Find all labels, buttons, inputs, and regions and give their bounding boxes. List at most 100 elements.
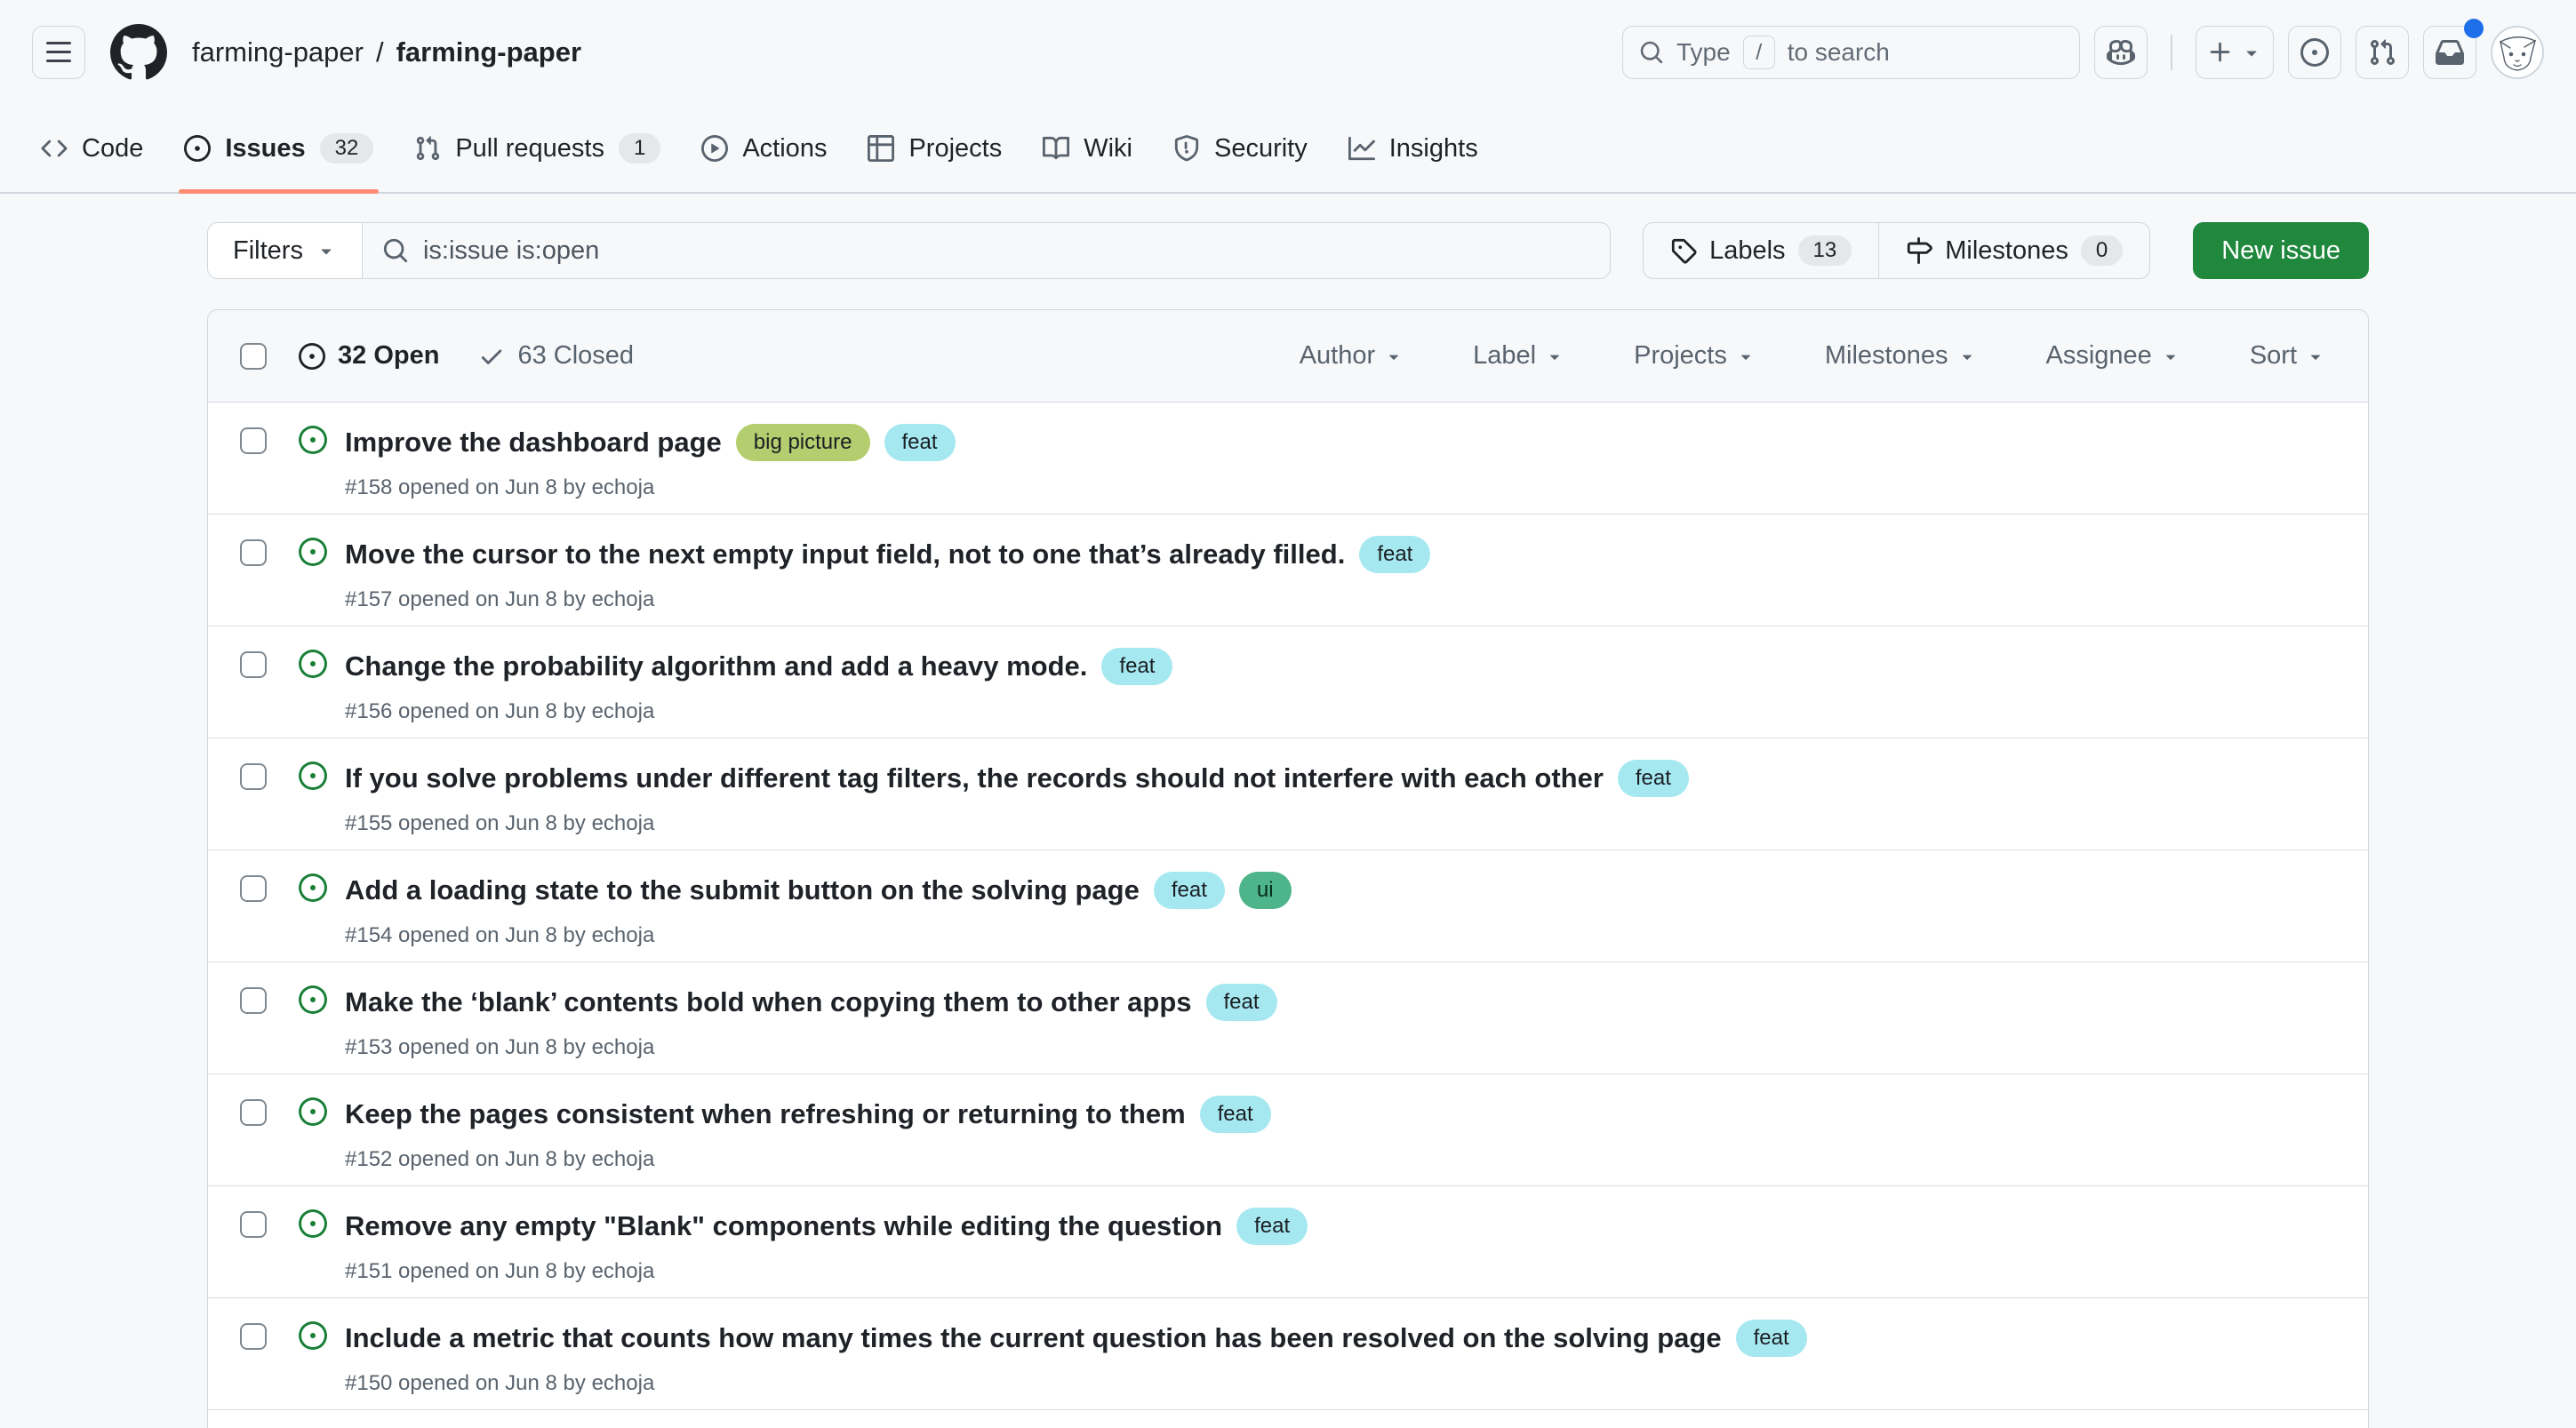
avatar-drawing [2492, 28, 2542, 77]
issue-checkbox[interactable] [240, 1323, 267, 1350]
issues-list-header: 32 Open 63 Closed Author Label Projects [208, 310, 2368, 403]
tab-wiki[interactable]: Wiki [1025, 105, 1150, 192]
tab-projects[interactable]: Projects [850, 105, 1020, 192]
new-issue-label: New issue [2221, 236, 2340, 266]
open-issues-link[interactable]: 32 Open [299, 341, 439, 371]
issue-checkbox[interactable] [240, 1099, 267, 1126]
tab-pull-requests[interactable]: Pull requests 1 [396, 105, 678, 192]
issue-label-pill[interactable]: big picture [736, 424, 870, 461]
issue-label-pill[interactable]: feat [884, 424, 956, 461]
issue-row: Make the ‘blank’ contents bold when copy… [208, 962, 2368, 1074]
issue-row-main: Make the ‘blank’ contents bold when copy… [345, 984, 2336, 1060]
issue-checkbox[interactable] [240, 427, 267, 454]
tab-code[interactable]: Code [23, 105, 161, 192]
open-issue-icon [299, 1097, 327, 1126]
issue-label-pill[interactable]: feat [1736, 1320, 1807, 1357]
issues-search-input[interactable]: is:issue is:open [363, 223, 1610, 278]
issue-row-main: Keep the pages consistent when refreshin… [345, 1096, 2336, 1172]
filter-label: Projects [1634, 341, 1727, 371]
issue-checkbox[interactable] [240, 539, 267, 566]
issue-label-pill[interactable]: feat [1200, 1096, 1271, 1133]
sort-filter-dropdown[interactable]: Sort [2244, 340, 2331, 371]
label-filter-dropdown[interactable]: Label [1468, 340, 1570, 371]
issue-label-pill[interactable]: feat [1154, 872, 1225, 909]
hamburger-menu-button[interactable] [32, 26, 85, 79]
header-divider [2171, 35, 2172, 70]
issues-count-badge: 32 [320, 133, 374, 164]
new-issue-button[interactable]: New issue [2193, 222, 2369, 279]
tab-actions[interactable]: Actions [684, 105, 844, 192]
tab-insights[interactable]: Insights [1331, 105, 1496, 192]
your-issues-button[interactable] [2288, 26, 2341, 79]
issue-title-link[interactable]: If you solve problems under different ta… [345, 762, 1604, 794]
issue-row: Include a metric that counts how many ti… [208, 1298, 2368, 1410]
milestones-filter-dropdown[interactable]: Milestones [1820, 340, 1982, 371]
tab-issues[interactable]: Issues 32 [166, 105, 391, 192]
issue-rows-container: Improve the dashboard page big picture fe… [208, 403, 2368, 1410]
issue-title-link[interactable]: Add a loading state to the submit button… [345, 874, 1140, 906]
issue-label-pill[interactable]: ui [1239, 872, 1292, 909]
tab-label: Projects [908, 134, 1002, 164]
your-pull-requests-button[interactable] [2356, 26, 2409, 79]
issue-checkbox[interactable] [240, 651, 267, 678]
issue-checkbox[interactable] [240, 987, 267, 1014]
issue-title-link[interactable]: Remove any empty "Blank" components whil… [345, 1210, 1222, 1242]
filters-dropdown-button[interactable]: Filters [208, 223, 363, 278]
issue-row: Remove any empty "Blank" components whil… [208, 1186, 2368, 1298]
git-pull-request-icon [414, 135, 441, 162]
milestones-button[interactable]: Milestones 0 [1878, 223, 2149, 278]
issue-meta: #158 opened on Jun 8 by echoja [345, 475, 2336, 500]
chevron-down-icon [1384, 347, 1404, 366]
copilot-button[interactable] [2094, 26, 2148, 79]
issues-toolbar: Filters is:issue is:open Labels 13 Miles… [207, 222, 2369, 279]
issue-label-pill[interactable]: feat [1101, 648, 1172, 685]
milestones-count-badge: 0 [2081, 235, 2123, 266]
issue-checkbox[interactable] [240, 875, 267, 902]
breadcrumb-repo-link[interactable]: farming-paper [396, 36, 581, 68]
chevron-down-icon [2241, 42, 2262, 63]
issue-label-pill[interactable]: feat [1236, 1208, 1308, 1245]
issue-row-main: Improve the dashboard page big picture fe… [345, 424, 2336, 500]
issue-title-link[interactable]: Keep the pages consistent when refreshin… [345, 1098, 1186, 1130]
github-logo[interactable] [110, 24, 167, 81]
issues-search-value: is:issue is:open [423, 236, 599, 266]
projects-filter-dropdown[interactable]: Projects [1628, 340, 1761, 371]
select-all-checkbox[interactable] [240, 343, 267, 370]
open-issue-icon [299, 650, 327, 678]
notifications-button[interactable] [2423, 26, 2476, 79]
hamburger-icon [44, 38, 73, 67]
issue-checkbox[interactable] [240, 1211, 267, 1238]
author-filter-dropdown[interactable]: Author [1294, 340, 1409, 371]
issue-opened-icon [2300, 38, 2329, 67]
issue-title-link[interactable]: Make the ‘blank’ contents bold when copy… [345, 986, 1192, 1018]
tab-label: Insights [1389, 134, 1478, 164]
closed-issues-link[interactable]: 63 Closed [478, 341, 634, 371]
issue-label-pill[interactable]: feat [1206, 984, 1277, 1021]
global-search-input[interactable]: Type / to search [1622, 26, 2080, 79]
issue-label-pill[interactable]: feat [1359, 536, 1430, 573]
issues-list: 32 Open 63 Closed Author Label Projects [207, 309, 2369, 1428]
tab-label: Issues [225, 134, 305, 164]
filter-label: Milestones [1825, 341, 1948, 371]
issue-opened-icon [184, 135, 211, 162]
issue-title-link[interactable]: Include a metric that counts how many ti… [345, 1322, 1722, 1354]
breadcrumb-owner-link[interactable]: farming-paper [192, 36, 364, 68]
issue-label-pill[interactable]: feat [1618, 760, 1689, 797]
issue-row: If you solve problems under different ta… [208, 738, 2368, 850]
create-new-button[interactable] [2196, 26, 2274, 79]
open-issue-icon [299, 1209, 327, 1238]
open-issue-icon [299, 874, 327, 902]
issue-checkbox[interactable] [240, 763, 267, 790]
issue-title-link[interactable]: Change the probability algorithm and add… [345, 650, 1087, 682]
table-icon [868, 135, 894, 162]
tab-security[interactable]: Security [1156, 105, 1325, 192]
labels-label: Labels [1709, 236, 1785, 266]
issue-row: Add a loading state to the submit button… [208, 850, 2368, 962]
user-avatar[interactable] [2491, 26, 2544, 79]
labels-milestones-group: Labels 13 Milestones 0 [1643, 222, 2150, 279]
labels-button[interactable]: Labels 13 [1644, 223, 1878, 278]
issue-title-link[interactable]: Improve the dashboard page [345, 427, 722, 459]
issue-title-link[interactable]: Move the cursor to the next empty input … [345, 538, 1345, 570]
filter-label: Label [1473, 341, 1536, 371]
assignee-filter-dropdown[interactable]: Assignee [2041, 340, 2186, 371]
